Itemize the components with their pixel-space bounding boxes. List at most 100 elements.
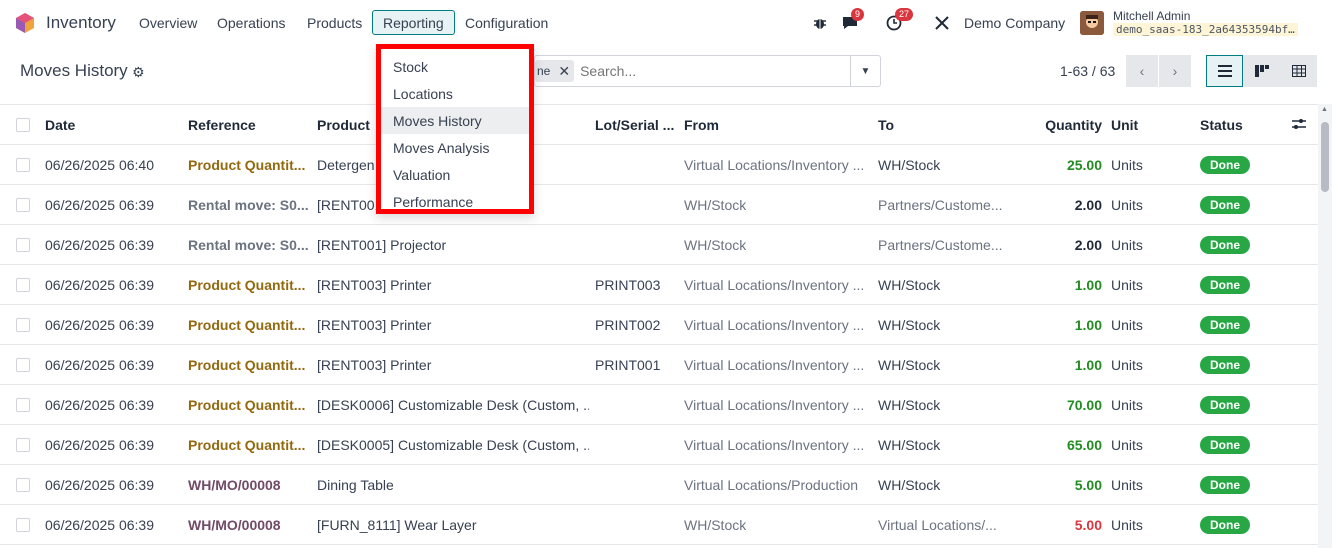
menu-configuration[interactable]: Configuration bbox=[454, 10, 559, 35]
gear-icon[interactable]: ⚙ bbox=[132, 64, 145, 81]
cell-from: WH/Stock bbox=[684, 237, 747, 253]
cell-unit: Units bbox=[1111, 237, 1143, 253]
bug-icon[interactable] bbox=[810, 13, 830, 33]
menu-item-moves-analysis[interactable]: Moves Analysis bbox=[381, 134, 529, 161]
table-row[interactable]: 06/26/2025 06:40 Product Quantit... Deterg… bbox=[0, 145, 1318, 185]
cell-quantity: 2.00 bbox=[1074, 237, 1102, 253]
menu-reporting[interactable]: Reporting bbox=[372, 10, 455, 35]
cell-date: 06/26/2025 06:39 bbox=[45, 197, 154, 213]
table-row[interactable]: 06/26/2025 06:39 Product Quantit... [RENT0… bbox=[0, 345, 1318, 385]
chevron-right-icon[interactable]: › bbox=[1159, 55, 1191, 87]
cell-reference[interactable]: Product Quantit... bbox=[188, 425, 310, 465]
cell-status: Done bbox=[1200, 185, 1280, 225]
menu-operations[interactable]: Operations bbox=[206, 10, 296, 35]
cell-status: Done bbox=[1200, 385, 1280, 425]
menu-item-stock[interactable]: Stock bbox=[381, 53, 529, 80]
clock-icon[interactable]: 27 bbox=[884, 8, 914, 33]
app-name[interactable]: Inventory bbox=[46, 13, 116, 33]
row-checkbox[interactable] bbox=[16, 198, 30, 212]
table-row[interactable]: 06/26/2025 06:39 Product Quantit... [DESK0… bbox=[0, 425, 1318, 465]
column-quantity[interactable]: Quantity bbox=[1010, 105, 1102, 145]
row-checkbox[interactable] bbox=[16, 358, 30, 372]
cell-from: Virtual Locations/Production bbox=[684, 477, 859, 493]
chat-icon[interactable]: 9 bbox=[840, 8, 865, 33]
cell-date: 06/26/2025 06:40 bbox=[45, 157, 154, 173]
column-unit[interactable]: Unit bbox=[1111, 105, 1171, 145]
user-name[interactable]: Mitchell Admin bbox=[1113, 9, 1190, 23]
scroll-thumb[interactable] bbox=[1321, 122, 1329, 192]
cell-from: WH/Stock bbox=[684, 197, 747, 213]
table-row[interactable]: 06/26/2025 06:39 Rental move: S0... [RENT0… bbox=[0, 225, 1318, 265]
row-checkbox[interactable] bbox=[16, 278, 30, 292]
kanban-view-button[interactable] bbox=[1243, 55, 1280, 87]
cell-reference[interactable]: Rental move: S0... bbox=[188, 225, 310, 265]
list-view-button[interactable] bbox=[1206, 55, 1243, 87]
tools-icon[interactable] bbox=[932, 13, 952, 33]
table-row[interactable]: 06/26/2025 06:39 Product Quantit... [DESK0… bbox=[0, 385, 1318, 425]
cell-lot-serial bbox=[595, 425, 677, 465]
column-from[interactable]: From bbox=[684, 105, 870, 145]
column-status[interactable]: Status bbox=[1200, 105, 1280, 145]
cell-quantity: 1.00 bbox=[1074, 357, 1102, 373]
row-checkbox[interactable] bbox=[16, 438, 30, 452]
vertical-scrollbar[interactable]: ▲ bbox=[1318, 104, 1332, 548]
row-checkbox[interactable] bbox=[16, 478, 30, 492]
cell-reference[interactable]: Product Quantit... bbox=[188, 145, 310, 185]
cell-status: Done bbox=[1200, 425, 1280, 465]
table-row[interactable]: 06/26/2025 06:39 Product Quantit... [RENT0… bbox=[0, 265, 1318, 305]
cell-reference[interactable]: Product Quantit... bbox=[188, 345, 310, 385]
sliders-icon[interactable] bbox=[1292, 117, 1306, 133]
menu-item-performance[interactable]: Performance bbox=[381, 188, 529, 215]
cell-quantity: 70.00 bbox=[1066, 397, 1102, 413]
chevron-left-icon[interactable]: ‹ bbox=[1126, 55, 1158, 87]
pager-value[interactable]: 1-63 / 63 bbox=[1060, 63, 1115, 79]
cell-reference[interactable]: WH/MO/00008 bbox=[188, 465, 310, 505]
cell-lot-serial bbox=[595, 145, 677, 185]
row-checkbox[interactable] bbox=[16, 238, 30, 252]
cell-reference[interactable]: Product Quantit... bbox=[188, 265, 310, 305]
cell-status: Done bbox=[1200, 145, 1280, 185]
kanban-icon bbox=[1254, 65, 1269, 77]
row-checkbox[interactable] bbox=[16, 318, 30, 332]
pivot-view-button[interactable] bbox=[1280, 55, 1317, 87]
menu-item-locations[interactable]: Locations bbox=[381, 80, 529, 107]
menu-products[interactable]: Products bbox=[296, 10, 373, 35]
scroll-up-icon[interactable]: ▲ bbox=[1321, 106, 1328, 113]
close-icon[interactable]: ✕ bbox=[558, 63, 570, 80]
cell-product: Dining Table bbox=[317, 477, 394, 493]
menu-item-valuation[interactable]: Valuation bbox=[381, 161, 529, 188]
cell-reference[interactable]: WH/MO/00008 bbox=[188, 505, 310, 545]
cell-reference[interactable]: Rental move: S0... bbox=[188, 185, 310, 225]
grid-icon bbox=[1291, 65, 1306, 77]
status-badge: Done bbox=[1200, 516, 1250, 534]
table-row[interactable]: 06/26/2025 06:39 Rental move: S0... [RENT0… bbox=[0, 185, 1318, 225]
cell-lot-serial bbox=[595, 185, 677, 225]
user-avatar[interactable] bbox=[1080, 11, 1104, 35]
cell-quantity: 5.00 bbox=[1074, 517, 1102, 533]
inventory-app-icon[interactable] bbox=[14, 12, 36, 34]
cell-reference[interactable]: Product Quantit... bbox=[188, 385, 310, 425]
cell-status: Done bbox=[1200, 345, 1280, 385]
cell-unit: Units bbox=[1111, 397, 1143, 413]
cell-to: Partners/Custome... bbox=[878, 197, 1003, 213]
row-checkbox[interactable] bbox=[16, 518, 30, 532]
table-row[interactable]: 06/26/2025 06:39 Product Quantit... [RENT0… bbox=[0, 305, 1318, 345]
column-reference[interactable]: Reference bbox=[188, 105, 308, 145]
chevron-down-icon[interactable]: ▼ bbox=[850, 56, 880, 86]
cell-product: [DESK0006] Customizable Desk (Custom, ..… bbox=[317, 397, 589, 413]
search-input[interactable] bbox=[580, 63, 831, 79]
row-checkbox[interactable] bbox=[16, 158, 30, 172]
row-checkbox[interactable] bbox=[16, 398, 30, 412]
company-switcher[interactable]: Demo Company bbox=[964, 15, 1065, 31]
cell-reference[interactable]: Product Quantit... bbox=[188, 305, 310, 345]
column-to[interactable]: To bbox=[878, 105, 1008, 145]
menu-overview[interactable]: Overview bbox=[128, 10, 208, 35]
table-row[interactable]: 06/26/2025 06:39 WH/MO/00008 [FURN_8111] W… bbox=[0, 505, 1318, 545]
menu-item-moves-history[interactable]: Moves History bbox=[381, 107, 529, 134]
cell-date: 06/26/2025 06:39 bbox=[45, 237, 154, 253]
column-date[interactable]: Date bbox=[45, 105, 175, 145]
column-lot-serial[interactable]: Lot/Serial ... bbox=[595, 105, 677, 145]
table-row[interactable]: 06/26/2025 06:39 WH/MO/00008 Dining Table V… bbox=[0, 465, 1318, 505]
select-all-checkbox[interactable] bbox=[16, 118, 30, 132]
cell-status: Done bbox=[1200, 505, 1280, 545]
